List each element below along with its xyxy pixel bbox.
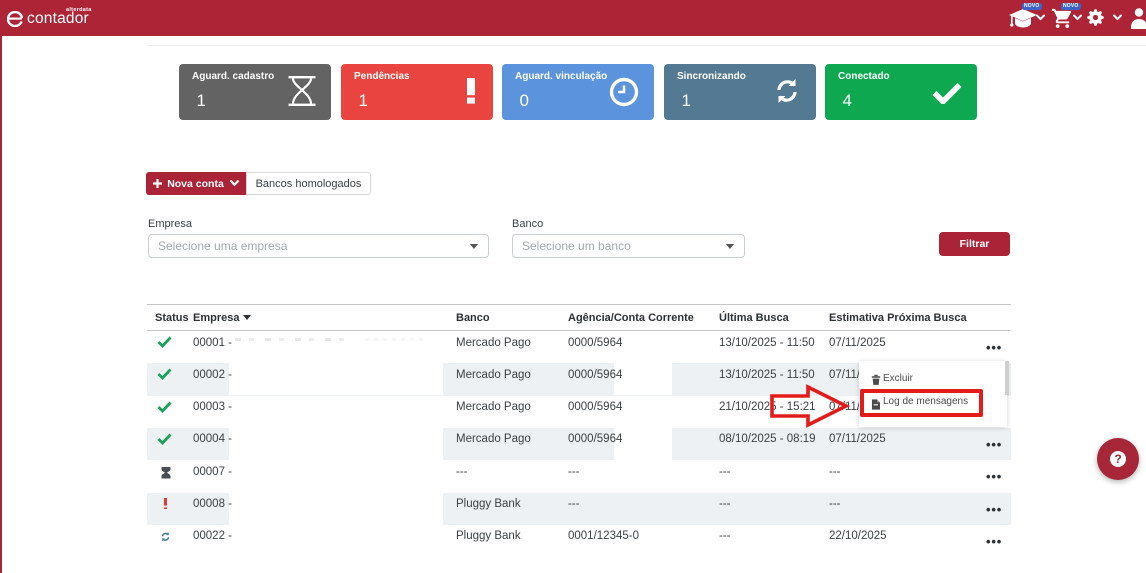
- svg-text:?: ?: [1114, 452, 1121, 466]
